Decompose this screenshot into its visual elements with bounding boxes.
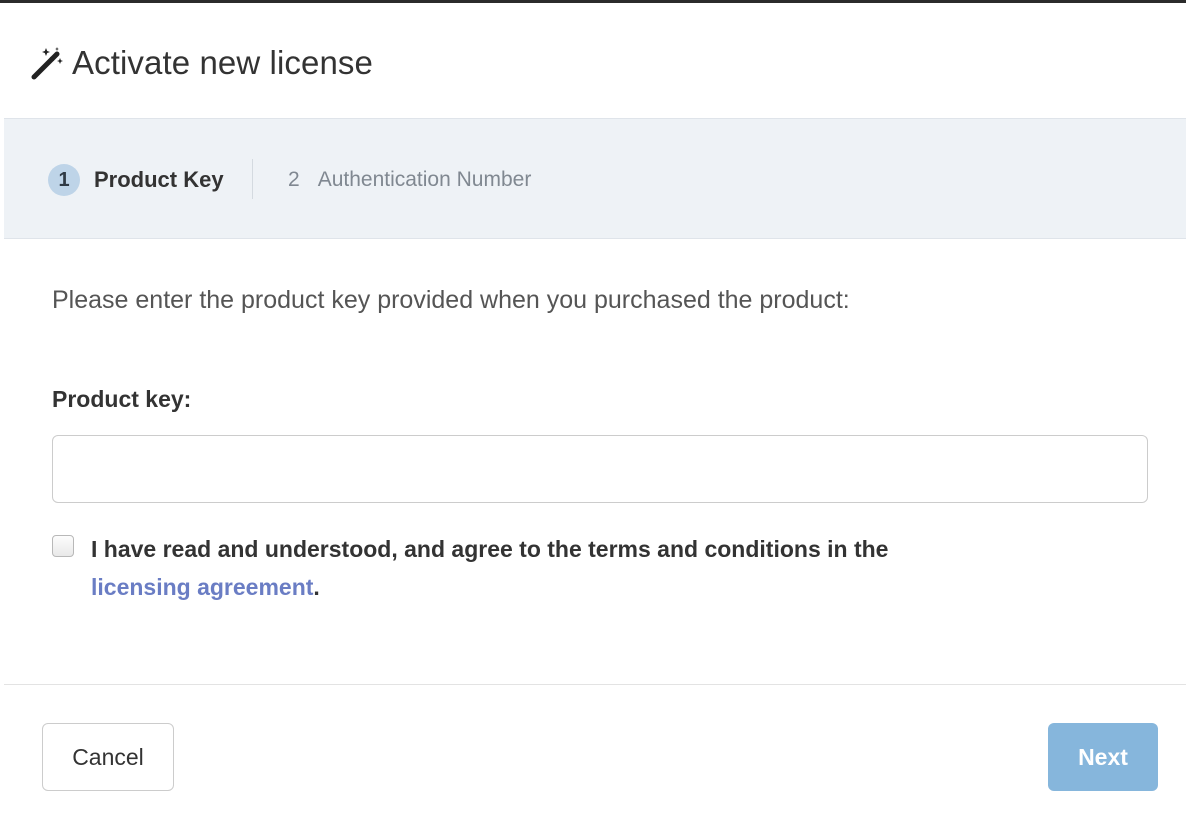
activate-license-dialog: Activate new license 1 Product Key 2 Aut… [0, 0, 1186, 824]
step-2-number: 2 [288, 168, 300, 191]
step-1-label: Product Key [94, 167, 224, 192]
footer-divider [4, 684, 1186, 685]
agree-terms-text: I have read and understood, and agree to… [91, 530, 1051, 606]
step-2-label: Authentication Number [317, 168, 532, 191]
agree-terms-label: I have read and understood, and agree to… [91, 536, 889, 562]
product-key-label: Product key: [52, 386, 192, 412]
dialog-header: Activate new license [30, 38, 373, 88]
step-divider [252, 159, 253, 199]
step-authentication-number: 2 Authentication Number [288, 163, 531, 197]
licensing-agreement-link[interactable]: licensing agreement [91, 574, 313, 600]
instruction-text: Please enter the product key provided wh… [52, 286, 850, 314]
agree-terms-suffix: . [313, 574, 320, 600]
dialog-title: Activate new license [72, 44, 373, 81]
step-1-number-badge: 1 [48, 164, 80, 196]
agree-terms-checkbox[interactable] [52, 535, 74, 557]
cancel-button[interactable]: Cancel [42, 723, 174, 791]
magic-wand-icon [31, 47, 63, 80]
next-button[interactable]: Next [1048, 723, 1158, 791]
step-product-key: 1 Product Key [48, 163, 224, 197]
wizard-steps: 1 Product Key 2 Authentication Number [4, 118, 1186, 239]
window-top-edge [0, 0, 1186, 6]
product-key-input[interactable] [52, 435, 1148, 503]
